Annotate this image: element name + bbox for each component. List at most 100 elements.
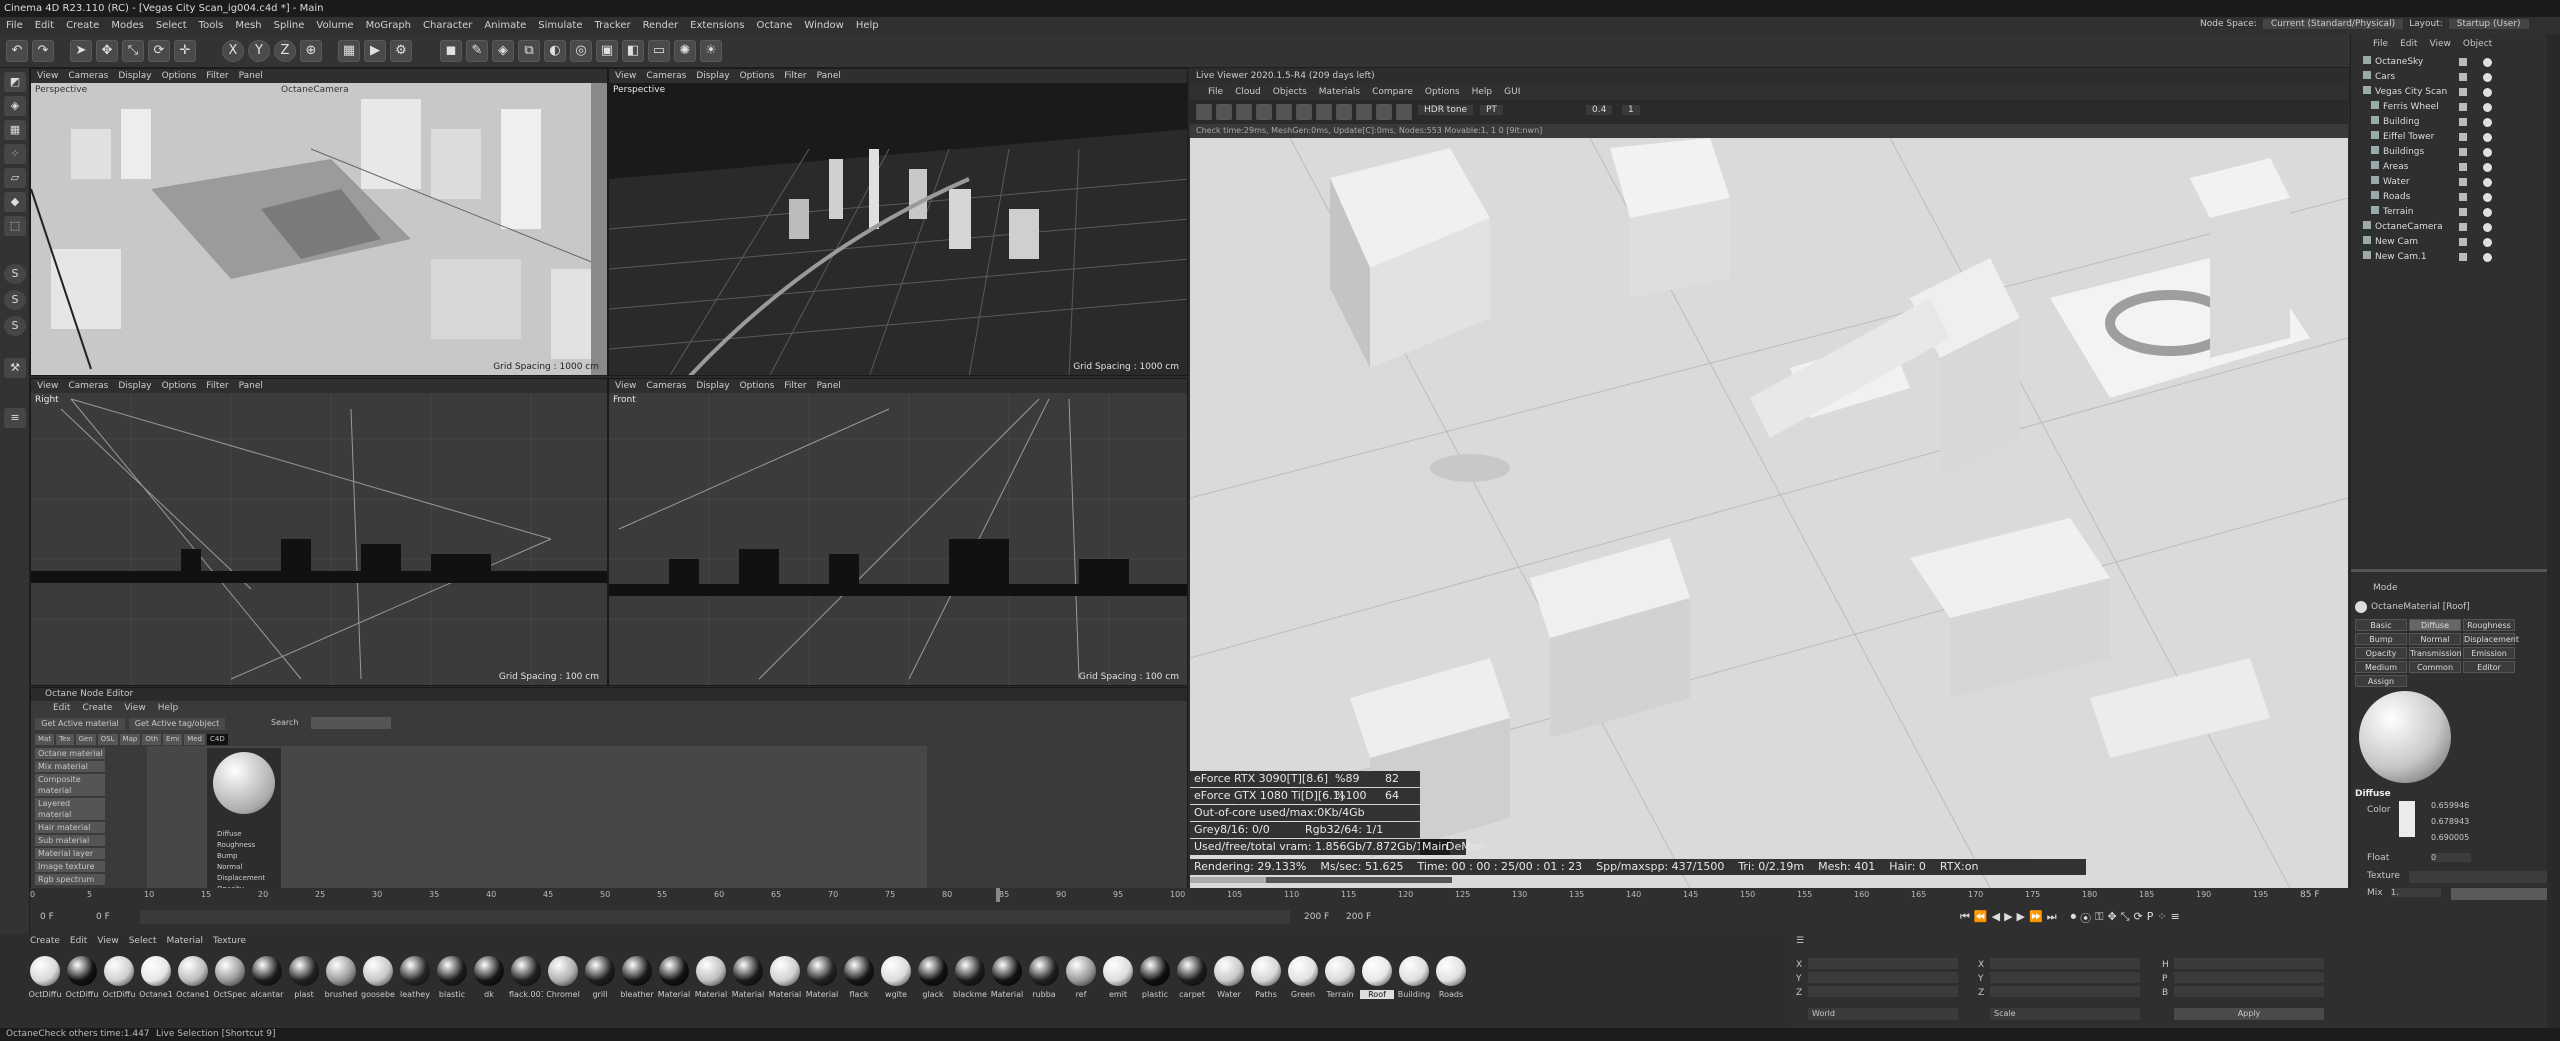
menu-cameras[interactable]: Cameras xyxy=(646,71,686,81)
material-swatch[interactable] xyxy=(252,956,282,986)
material-pick-icon[interactable] xyxy=(1356,104,1372,120)
object-row[interactable]: Ferris Wheel xyxy=(2371,101,2533,114)
material-swatch[interactable] xyxy=(622,956,652,986)
material-swatch[interactable] xyxy=(178,956,208,986)
material-swatch[interactable] xyxy=(659,956,689,986)
object-row[interactable]: Water xyxy=(2371,176,2533,189)
object-visibility-toggle[interactable] xyxy=(2459,193,2467,201)
light-icon[interactable]: ✺ xyxy=(674,40,696,62)
object-visibility-toggle[interactable] xyxy=(2459,73,2467,81)
menu-edit[interactable]: Edit xyxy=(29,20,60,31)
material-swatch[interactable] xyxy=(918,956,948,986)
material-swatch[interactable] xyxy=(548,956,578,986)
ne-menu-edit[interactable]: Edit xyxy=(53,701,70,715)
current-frame-field[interactable]: 0 F xyxy=(40,912,54,922)
object-visibility-toggle[interactable] xyxy=(2459,208,2467,216)
object-row[interactable]: OctaneCamera xyxy=(2363,221,2533,234)
lv-menu-file[interactable]: File xyxy=(1208,84,1223,100)
play-icon[interactable]: ▶ xyxy=(2004,910,2012,926)
node-list-item[interactable]: Image texture xyxy=(35,861,105,872)
float-field[interactable]: 0 xyxy=(2431,853,2471,862)
menu-render[interactable]: Render xyxy=(637,20,685,31)
scale-icon[interactable]: ⤡ xyxy=(122,40,144,62)
rot-b-field[interactable] xyxy=(2174,986,2324,997)
material-swatch[interactable] xyxy=(1362,956,1392,986)
menu-display[interactable]: Display xyxy=(118,381,151,391)
object-row[interactable]: Terrain xyxy=(2371,206,2533,219)
preview-max-field[interactable]: 200 F xyxy=(1346,912,1371,922)
material-swatch[interactable] xyxy=(1325,956,1355,986)
kernel-mode-select[interactable]: PT xyxy=(1480,105,1503,115)
object-pick-icon[interactable] xyxy=(1376,104,1392,120)
node-list-item[interactable]: Material layer xyxy=(35,848,105,859)
menu-view[interactable]: View xyxy=(37,71,58,81)
node-tab-emi[interactable]: Emi xyxy=(163,734,183,745)
object-tag[interactable] xyxy=(2483,73,2492,82)
node-list-item[interactable]: Sub material xyxy=(35,835,105,846)
material-swatch[interactable] xyxy=(696,956,726,986)
menu-octane[interactable]: Octane xyxy=(750,20,798,31)
menu-animate[interactable]: Animate xyxy=(478,20,532,31)
menu-cameras[interactable]: Cameras xyxy=(646,381,686,391)
uv-mode-icon[interactable]: ⬚ xyxy=(4,216,26,236)
menu-options[interactable]: Options xyxy=(162,381,197,391)
object-visibility-toggle[interactable] xyxy=(2459,58,2467,66)
scale-key-icon[interactable]: ⤡ xyxy=(2121,910,2130,926)
select-icon[interactable]: ➤ xyxy=(70,40,92,62)
material-swatch[interactable] xyxy=(326,956,356,986)
coordinate-system-icon[interactable]: ⊕ xyxy=(300,40,322,62)
menu-view[interactable]: View xyxy=(37,381,58,391)
material-swatch[interactable] xyxy=(844,956,874,986)
scene-icon[interactable]: ▣ xyxy=(596,40,618,62)
tonemap-select[interactable]: HDR tone xyxy=(1418,105,1474,115)
attr-tab-common[interactable]: Common xyxy=(2409,661,2461,673)
menu-help[interactable]: Help xyxy=(850,20,885,31)
object-tag[interactable] xyxy=(2483,193,2492,202)
menu-window[interactable]: Window xyxy=(798,20,849,31)
node-tab-med[interactable]: Med xyxy=(184,734,205,745)
lv-menu-compare[interactable]: Compare xyxy=(1372,84,1413,100)
node-list-item[interactable]: Layered material xyxy=(35,798,105,820)
menu-cameras[interactable]: Cameras xyxy=(68,381,108,391)
material-swatch[interactable] xyxy=(215,956,245,986)
object-row[interactable]: New Cam xyxy=(2363,236,2533,249)
attr-tab-emission[interactable]: Emission xyxy=(2463,647,2515,659)
material-swatch[interactable] xyxy=(104,956,134,986)
rotate-icon[interactable]: ⟳ xyxy=(148,40,170,62)
object-row[interactable]: Vegas City Scan xyxy=(2363,86,2533,99)
material-node[interactable] xyxy=(207,748,281,828)
go-to-start-icon[interactable]: ⏮ xyxy=(1960,910,1970,926)
get-active-material-button[interactable]: Get Active material xyxy=(35,718,125,730)
menu-panel[interactable]: Panel xyxy=(817,381,841,391)
material-swatch[interactable] xyxy=(30,956,60,986)
spline-pen-icon[interactable]: ✎ xyxy=(466,40,488,62)
render-view-icon[interactable]: ▶ xyxy=(364,40,386,62)
material-swatch[interactable] xyxy=(1436,956,1466,986)
material-swatch[interactable] xyxy=(1399,956,1429,986)
lock-workplane-icon[interactable]: ⚒ xyxy=(4,358,26,378)
object-visibility-toggle[interactable] xyxy=(2459,253,2467,261)
menu-modes[interactable]: Modes xyxy=(105,20,149,31)
object-visibility-toggle[interactable] xyxy=(2459,223,2467,231)
node-list-item[interactable]: Hair material xyxy=(35,822,105,833)
material-swatch[interactable] xyxy=(437,956,467,986)
snap-settings-icon[interactable]: S xyxy=(4,290,26,310)
menu-tools[interactable]: Tools xyxy=(193,20,230,31)
node-canvas[interactable]: DiffuseRoughnessBumpNormalDisplacementOp… xyxy=(147,746,927,907)
node-tab-osl[interactable]: OSL xyxy=(97,734,118,745)
node-channel-port[interactable]: Roughness xyxy=(207,840,281,851)
mm-menu-texture[interactable]: Texture xyxy=(213,936,246,946)
x-axis-button[interactable]: X xyxy=(222,40,244,62)
size-x-field[interactable] xyxy=(1990,958,2140,969)
menu-display[interactable]: Display xyxy=(696,381,729,391)
mm-menu-view[interactable]: View xyxy=(97,936,118,946)
node-tab-map[interactable]: Map xyxy=(119,734,141,745)
pos-x-field[interactable] xyxy=(1808,958,1958,969)
size-y-field[interactable] xyxy=(1990,972,2140,983)
lv-menu-options[interactable]: Options xyxy=(1425,84,1460,100)
search-input[interactable] xyxy=(311,717,391,729)
menu-select[interactable]: Select xyxy=(150,20,193,31)
object-tag[interactable] xyxy=(2483,118,2492,127)
menu-view[interactable]: View xyxy=(615,381,636,391)
next-key-icon[interactable]: ⏩ xyxy=(2029,910,2043,926)
